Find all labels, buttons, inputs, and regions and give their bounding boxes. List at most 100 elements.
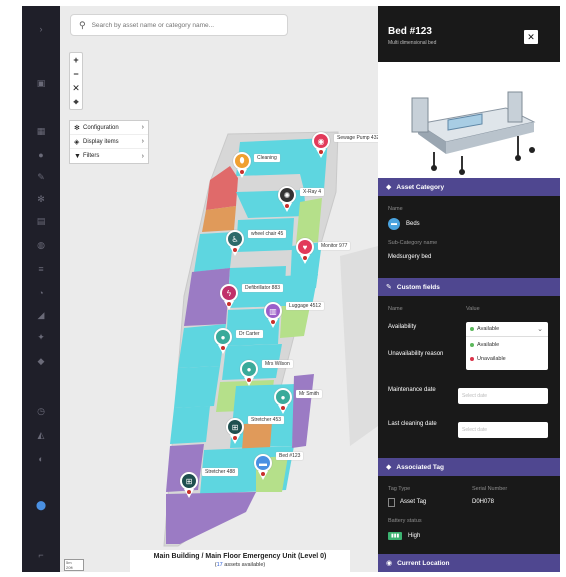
- chevron-right-icon: ›: [141, 152, 144, 160]
- building-icon[interactable]: ▣: [36, 78, 46, 88]
- asset-pin-label: Monitor 977: [318, 242, 351, 250]
- asset-pin[interactable]: ⬮: [233, 152, 251, 178]
- menu-item-configuration[interactable]: ✻ Configuration ›: [70, 121, 148, 135]
- menu-item-display-items[interactable]: ◈ Display items ›: [70, 135, 148, 149]
- bed-icon: ▬: [388, 218, 400, 230]
- stretcher-icon: ⊞: [180, 472, 198, 490]
- asset-pin[interactable]: ●: [214, 328, 232, 354]
- asset-pin[interactable]: ♥: [296, 238, 314, 264]
- floor-plan: [163, 131, 378, 547]
- user-icon[interactable]: ●: [36, 150, 46, 160]
- asset-search-box[interactable]: ⚲: [70, 14, 288, 36]
- asset-count: (17 assets available): [130, 562, 350, 568]
- tag-type-value: Asset Tag: [400, 499, 427, 505]
- option-unavailable[interactable]: Unavailable: [470, 356, 506, 362]
- asset-pin[interactable]: ϟ: [220, 284, 238, 310]
- tag-icon: ◆: [386, 184, 392, 191]
- asset-pin[interactable]: ✺: [278, 186, 296, 212]
- star-icon[interactable]: ✦: [36, 332, 46, 342]
- asset-pin-label: Mrs Wilson: [262, 360, 293, 368]
- category-name-value: Beds: [406, 221, 420, 227]
- map-options-menu: ✻ Configuration › ◈ Display items › ▼ Fi…: [69, 120, 149, 164]
- last-cleaning-date-input[interactable]: Select date: [458, 422, 548, 438]
- asset-pin[interactable]: ⊞: [180, 472, 198, 498]
- globe-icon[interactable]: ◍: [36, 240, 46, 250]
- asset-pin-label: Sewage Pump 432: [334, 134, 378, 142]
- person-icon: ●: [240, 360, 258, 378]
- field-label-availability: Availability: [388, 324, 417, 330]
- room: [170, 406, 210, 444]
- document-icon[interactable]: ▤: [36, 216, 46, 226]
- hospital-bed-image: [411, 91, 536, 175]
- asset-pin[interactable]: ◉: [312, 132, 330, 158]
- layers-icon: ◈: [74, 138, 80, 146]
- luggage-icon: ▥: [264, 302, 282, 320]
- expand-sidebar-icon[interactable]: ›: [36, 24, 46, 34]
- asset-pin-label: wheel chair 45: [248, 230, 287, 238]
- menu-item-filters[interactable]: ▼ Filters ›: [70, 149, 148, 163]
- availability-dropdown[interactable]: Available ⌄ Available Unavailable: [466, 322, 548, 370]
- chart-icon[interactable]: ◷: [36, 406, 46, 416]
- background-building: [340, 246, 378, 446]
- col-value-header: Value: [466, 306, 480, 312]
- subcategory-value: Medsurgery bed: [388, 254, 432, 260]
- field-label-last-cleaning: Last cleaning date: [388, 421, 437, 427]
- lock-icon[interactable]: ◆: [36, 356, 46, 366]
- battery-icon: ▮▮▮: [388, 532, 403, 540]
- room: [280, 306, 310, 338]
- room: [174, 366, 220, 408]
- count-suffix: assets available): [222, 562, 266, 568]
- asset-pin-label: Dr Carter: [236, 330, 263, 338]
- zoom-out-button[interactable]: −: [70, 67, 82, 81]
- list-icon[interactable]: ≡: [36, 264, 46, 274]
- associated-tag-header: ◆ Associated Tag: [378, 458, 560, 476]
- option-label: Available: [477, 342, 500, 348]
- selected-asset-pin[interactable]: ▬: [254, 454, 272, 480]
- grid-icon[interactable]: ▦: [36, 126, 46, 136]
- zoom-in-button[interactable]: +: [70, 53, 82, 67]
- menu-item-label: Filters: [83, 153, 100, 159]
- asset-pin[interactable]: ⊞: [226, 418, 244, 444]
- maintenance-date-input[interactable]: Select date: [458, 388, 548, 404]
- bell-icon[interactable]: ◔: [36, 288, 46, 298]
- search-icon: ⚲: [79, 19, 86, 30]
- custom-fields-header: ✎ Custom fields: [378, 278, 560, 296]
- option-available[interactable]: Available: [470, 342, 499, 348]
- room: [242, 422, 272, 450]
- exit-icon[interactable]: ⌐: [36, 550, 46, 560]
- dropdown-divider: [466, 336, 548, 337]
- asset-pin[interactable]: ●: [274, 388, 292, 414]
- locate-button[interactable]: ⌖: [70, 95, 82, 109]
- field-label-maintenance: Maintenance date: [388, 387, 436, 393]
- left-sidebar: › ▣ ▦ ● ✎ ✻ ▤ ◍ ≡ ◔ ◢ ✦ ◆ ◷ ◭ ◐ ⬤ ⌐: [22, 6, 60, 572]
- room: [202, 206, 236, 232]
- pen-icon[interactable]: ✎: [36, 172, 46, 182]
- search-input[interactable]: [91, 21, 272, 29]
- battery-status-label: Battery status: [388, 518, 422, 524]
- location-icon[interactable]: ⬤: [36, 500, 46, 510]
- tag-device-icon: [388, 498, 395, 507]
- floor-map[interactable]: ⚲ + − ✕ ⌖ ✻ Configuration › ◈ Display it…: [60, 6, 378, 572]
- asset-pin[interactable]: ●: [240, 360, 258, 386]
- close-panel-button[interactable]: ✕: [524, 30, 538, 44]
- reset-view-button[interactable]: ✕: [70, 81, 82, 95]
- asset-pin-label: Stretcher 453: [248, 416, 285, 424]
- asset-pin-label: X-Ray 4: [300, 188, 325, 196]
- tag-icon: ◆: [386, 464, 392, 471]
- layers-icon[interactable]: ◭: [36, 430, 46, 440]
- asset-pin-label: Cleaning: [254, 154, 280, 162]
- asset-pin[interactable]: ▥: [264, 302, 282, 328]
- filter-icon[interactable]: ◐: [36, 454, 46, 464]
- section-title: Asset Category: [396, 183, 445, 191]
- gear-icon[interactable]: ✻: [36, 194, 46, 204]
- gear-icon: ✻: [74, 124, 80, 132]
- menu-item-label: Configuration: [83, 124, 119, 131]
- field-label-unavailability: Unavailability reason: [388, 351, 444, 357]
- pen-icon: ✎: [386, 284, 392, 291]
- chevron-right-icon: ›: [141, 124, 144, 131]
- availability-selected[interactable]: Available: [470, 326, 499, 332]
- asset-pin[interactable]: ♿: [226, 230, 244, 256]
- asset-subtitle: Multi dimensional bed: [388, 40, 437, 46]
- person-icon: ●: [214, 328, 232, 346]
- bookmark-icon[interactable]: ◢: [36, 310, 46, 320]
